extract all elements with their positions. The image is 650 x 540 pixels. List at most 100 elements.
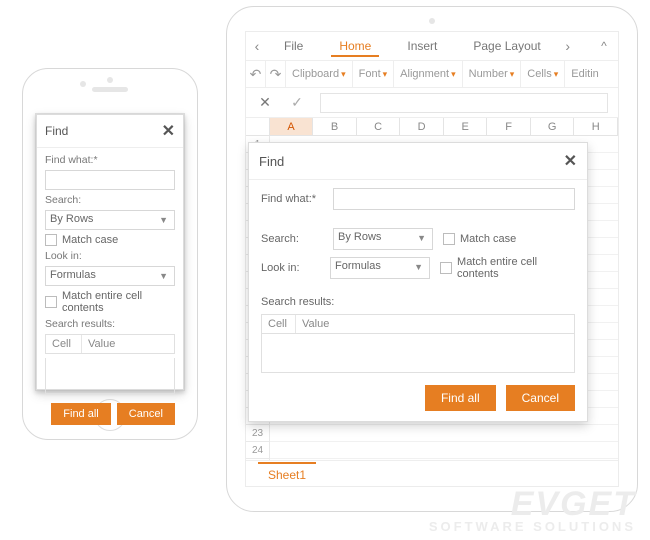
col-head-a[interactable]: A	[270, 118, 314, 135]
match-case-label: Match case	[460, 233, 516, 245]
group-cells-label: Cells	[527, 68, 551, 80]
match-case-checkbox[interactable]	[45, 234, 57, 246]
chevron-down-icon: ▾	[451, 69, 456, 80]
check-icon[interactable]: ✓	[288, 94, 306, 111]
find-all-button[interactable]: Find all	[425, 385, 496, 411]
chevron-down-icon: ▾	[554, 69, 559, 80]
caret-up-icon[interactable]: ^	[592, 39, 616, 53]
close-icon[interactable]: ✕	[564, 151, 577, 171]
col-head-d[interactable]: D	[400, 118, 444, 135]
find-what-label: Find what:*	[45, 154, 175, 166]
results-body[interactable]	[261, 334, 575, 373]
sheet-tab[interactable]: Sheet1	[258, 462, 316, 486]
match-case-label: Match case	[62, 234, 118, 246]
col-head-e[interactable]: E	[444, 118, 488, 135]
col-head-g[interactable]: G	[531, 118, 575, 135]
chevron-down-icon: ▾	[510, 69, 515, 80]
match-case-checkbox[interactable]	[443, 233, 455, 245]
close-icon[interactable]: ✕	[162, 121, 175, 141]
results-header: Cell Value	[261, 314, 575, 334]
row-head[interactable]: 25	[246, 459, 270, 460]
chevron-down-icon: ▼	[159, 215, 168, 225]
dialog-header: Find ✕	[37, 115, 183, 148]
chevron-down-icon: ▼	[417, 233, 426, 243]
tablet-screen: ‹ File Home Insert Page Layout › ^ ↶ ↷ C…	[245, 31, 619, 487]
group-number-label: Number	[469, 68, 508, 80]
group-editing-label: Editin	[571, 68, 599, 80]
tab-insert[interactable]: Insert	[389, 39, 455, 53]
chevron-right-icon[interactable]: ›	[559, 38, 577, 54]
sheet-bar: Sheet1	[246, 460, 618, 486]
group-alignment-label: Alignment	[400, 68, 449, 80]
results-body[interactable]	[45, 358, 175, 394]
match-entire-checkbox[interactable]	[45, 296, 57, 308]
lookin-select[interactable]: Formulas ▼	[330, 257, 430, 279]
col-head-c[interactable]: C	[357, 118, 401, 135]
row-head[interactable]: 24	[246, 442, 270, 459]
phone-sensor	[107, 77, 113, 83]
group-number[interactable]: Number▾	[463, 61, 522, 87]
col-head-h[interactable]: H	[574, 118, 618, 135]
find-dialog: Find ✕ Find what:* Search: By Rows ▼	[248, 142, 588, 422]
column-headers: A B C D E F G H	[246, 118, 618, 136]
dialog-footer: Find all Cancel	[249, 379, 587, 421]
tablet-camera	[429, 18, 435, 24]
group-clipboard-label: Clipboard	[292, 68, 339, 80]
ribbon-tools: ↶ ↷ Clipboard▾ Font▾ Alignment▾ Number▾ …	[246, 60, 618, 88]
results-col-value: Value	[296, 315, 335, 333]
group-font-label: Font	[359, 68, 381, 80]
lookin-select-value: Formulas	[50, 269, 96, 281]
results-col-cell: Cell	[46, 335, 82, 353]
tab-home[interactable]: Home	[321, 39, 389, 53]
watermark-line2: SOFTWARE SOLUTIONS	[429, 519, 636, 534]
undo-button[interactable]: ↶	[246, 61, 266, 87]
col-head-f[interactable]: F	[487, 118, 531, 135]
chevron-down-icon: ▼	[159, 271, 168, 281]
group-cells[interactable]: Cells▾	[521, 61, 565, 87]
results-label: Search results:	[261, 296, 575, 308]
dialog-footer: Find all Cancel	[37, 398, 183, 433]
find-what-label: Find what:*	[261, 193, 323, 205]
cancel-button[interactable]: Cancel	[117, 403, 175, 425]
select-all-corner[interactable]	[246, 118, 270, 135]
lookin-select[interactable]: Formulas ▼	[45, 266, 175, 286]
dialog-header: Find ✕	[249, 143, 587, 180]
ribbon-tabs: ‹ File Home Insert Page Layout › ^	[246, 32, 618, 60]
dialog-body: Find what:* Search: By Rows ▼ Match case…	[37, 148, 183, 398]
find-dialog: Find ✕ Find what:* Search: By Rows ▼ Mat…	[36, 114, 184, 390]
row-head[interactable]: 23	[246, 425, 270, 442]
search-select[interactable]: By Rows ▼	[333, 228, 433, 250]
find-what-input[interactable]	[333, 188, 575, 210]
lookin-label: Look in:	[261, 262, 320, 274]
chevron-left-icon[interactable]: ‹	[248, 38, 266, 54]
redo-button[interactable]: ↷	[266, 61, 286, 87]
chevron-down-icon: ▾	[341, 69, 346, 80]
dialog-title: Find	[259, 154, 284, 169]
phone-device-frame: Find ✕ Find what:* Search: By Rows ▼ Mat…	[22, 68, 198, 440]
chevron-down-icon: ▼	[414, 262, 423, 272]
lookin-select-value: Formulas	[335, 260, 381, 272]
group-clipboard[interactable]: Clipboard▾	[286, 61, 353, 87]
find-all-button[interactable]: Find all	[51, 403, 110, 425]
formula-input[interactable]	[320, 93, 608, 113]
tab-page-layout[interactable]: Page Layout	[455, 39, 558, 53]
find-what-input[interactable]	[45, 170, 175, 190]
dialog-title: Find	[45, 124, 68, 138]
search-select-value: By Rows	[338, 231, 381, 243]
match-entire-label: Match entire cell contents	[62, 290, 175, 314]
match-entire-label: Match entire cell contents	[457, 256, 575, 280]
group-font[interactable]: Font▾	[353, 61, 395, 87]
col-head-b[interactable]: B	[313, 118, 357, 135]
results-col-value: Value	[82, 335, 121, 353]
search-label: Search:	[45, 194, 175, 206]
group-alignment[interactable]: Alignment▾	[394, 61, 462, 87]
match-entire-checkbox[interactable]	[440, 262, 452, 274]
tab-file[interactable]: File	[266, 39, 321, 53]
search-select[interactable]: By Rows ▼	[45, 210, 175, 230]
group-editing[interactable]: Editin	[565, 61, 605, 87]
results-label: Search results:	[45, 318, 175, 330]
formula-bar: ✕ ✓	[246, 88, 618, 118]
phone-camera	[80, 81, 86, 87]
cancel-icon[interactable]: ✕	[256, 94, 274, 111]
cancel-button[interactable]: Cancel	[506, 385, 575, 411]
